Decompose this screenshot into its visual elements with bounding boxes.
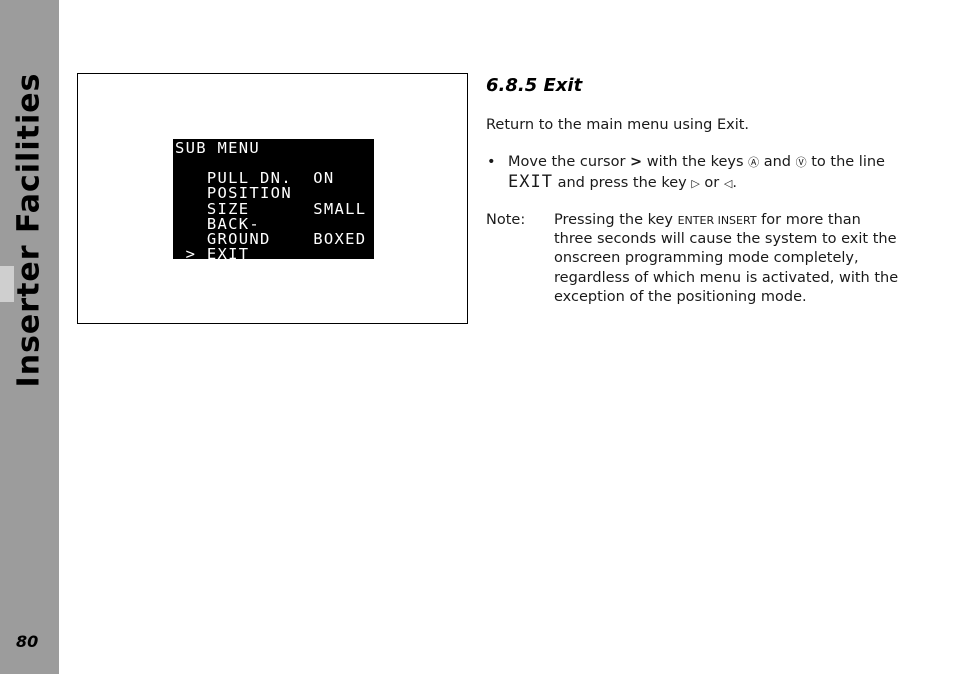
note-line-5: exception of the positioning mode. [554,289,807,305]
exit-word: EXIT [508,172,553,192]
sidebar: Inserter Facilities 80 [0,0,59,674]
bullet-text: with the keys [646,154,744,170]
note-line-1: Pressing the key Enter Insert for more t… [554,212,861,228]
page-number: 80 [16,632,39,651]
bullet-line-2: EXIT and press the key ▷ or ◁. [508,172,737,192]
key-name: Enter Insert [677,214,757,227]
osd-screen: SUB MENU PULL DN. ON POSITION SIZE SMALL… [173,139,374,259]
bullet-marker: • [487,154,496,170]
note-text: Pressing the key [554,212,673,228]
osd-line-exit: > EXIT [175,245,250,259]
note-line-3: onscreen programming mode completely, [554,250,859,266]
intro-text: Return to the main menu using Exit. [486,117,750,133]
osd-line-position: POSITION [175,184,292,202]
right-key-icon: ▷ [691,177,700,190]
cursor-icon: > [630,154,643,170]
bullet-text: and press the key [557,175,687,191]
note-label: Note: [486,212,526,228]
osd-title: SUB MENU [175,139,261,157]
down-key-icon: Ⓥ [795,156,807,169]
chapter-title: Inserter Facilities [11,72,47,388]
section-heading: 6.8.5 Exit [486,75,583,96]
bullet-text: Move the cursor [508,154,626,170]
bullet-text: or [704,175,720,191]
note-text: for more than [761,212,861,228]
note-line-4: regardless of which menu is activated, w… [554,270,899,286]
bullet-text: and [763,154,792,170]
bullet-text: to the line [811,154,885,170]
up-key-icon: Ⓐ [748,156,760,169]
bullet-line-1: Move the cursor > with the keys Ⓐ and Ⓥ … [508,154,885,170]
note-line-2: three seconds will cause the system to e… [554,231,897,247]
bullet-text: . [732,175,737,191]
